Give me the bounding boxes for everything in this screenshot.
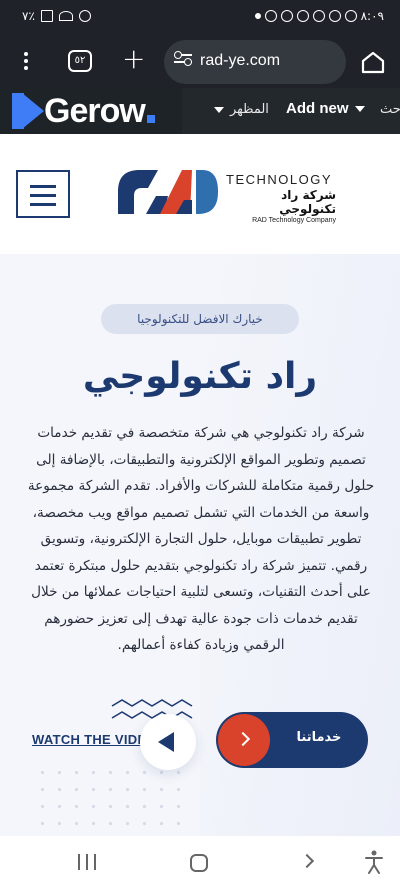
browser-toolbar: ٥٢ + rad-ye.com bbox=[0, 36, 400, 88]
admin-bar: Gerow المظهر Add new حث bbox=[0, 88, 400, 134]
site-logo[interactable]: TECHNOLOGY شركة راد تكنولوجي RAD Technol… bbox=[116, 166, 336, 224]
hero-title: راد تكنولوجي bbox=[82, 356, 318, 397]
play-video-button[interactable] bbox=[140, 714, 196, 770]
recent-apps-icon[interactable] bbox=[78, 854, 96, 870]
our-services-label: خدماتنا bbox=[296, 730, 342, 745]
site-settings-icon[interactable] bbox=[174, 51, 192, 70]
brand-company-text: RAD Technology Company bbox=[252, 217, 336, 224]
gerow-logo-mark-icon bbox=[12, 93, 46, 129]
rad-logo-mark-icon bbox=[118, 170, 218, 214]
watch-video-link[interactable]: WATCH THE VIDEO bbox=[32, 732, 157, 747]
app-notification-icon bbox=[296, 10, 309, 22]
hero-section: خيارك الافضل للتكنولوجيا راد تكنولوجي شر… bbox=[0, 254, 400, 836]
menu-toggle-button[interactable] bbox=[16, 170, 70, 218]
signal-icon bbox=[40, 10, 53, 22]
telegram-icon bbox=[344, 10, 357, 22]
our-services-button[interactable]: خدماتنا bbox=[216, 712, 368, 768]
app-notification-icon bbox=[312, 10, 325, 22]
wifi-icon bbox=[58, 11, 73, 21]
add-new-menu[interactable]: Add new bbox=[286, 100, 365, 117]
app-notification-icon bbox=[280, 10, 293, 22]
hero-description: شركة راد تكنولوجي هي شركة متخصصة في تقدي… bbox=[27, 425, 375, 653]
site-header: TECHNOLOGY شركة راد تكنولوجي RAD Technol… bbox=[0, 134, 400, 254]
more-menu-icon[interactable] bbox=[18, 52, 34, 72]
home-button-icon[interactable] bbox=[190, 854, 208, 872]
admin-bar-more-item[interactable]: حث bbox=[380, 102, 400, 117]
tab-switcher-button[interactable]: ٥٢ bbox=[68, 50, 92, 72]
address-bar[interactable]: rad-ye.com bbox=[164, 40, 346, 84]
back-icon[interactable] bbox=[299, 853, 315, 869]
appearance-label: المظهر bbox=[230, 102, 269, 117]
battery-level: ٧٪ bbox=[22, 9, 35, 23]
alarm-icon bbox=[78, 10, 91, 22]
new-tab-icon[interactable]: + bbox=[122, 44, 145, 74]
notification-dot-icon bbox=[254, 13, 261, 19]
chevron-right-icon bbox=[218, 714, 270, 766]
gerow-logo[interactable]: Gerow bbox=[0, 88, 182, 134]
hero-badge: خيارك الافضل للتكنولوجيا bbox=[101, 304, 299, 334]
chevron-down-icon bbox=[354, 105, 365, 112]
status-bar: ٧٪ ٨:٠٩ bbox=[0, 0, 400, 36]
accessibility-icon[interactable] bbox=[364, 850, 384, 874]
url-text: rad-ye.com bbox=[200, 52, 281, 69]
home-icon[interactable] bbox=[360, 50, 386, 74]
add-new-label: Add new bbox=[286, 100, 349, 117]
brand-arabic-text: شركة راد تكنولوجي bbox=[279, 188, 336, 216]
system-nav-bar bbox=[0, 836, 400, 889]
whatsapp-icon bbox=[328, 10, 341, 22]
brand-english-text: TECHNOLOGY bbox=[226, 172, 333, 187]
appearance-menu[interactable]: المظهر bbox=[214, 102, 269, 117]
clock: ٨:٠٩ bbox=[360, 9, 384, 23]
chevron-down-icon bbox=[214, 106, 224, 113]
gerow-logo-text: Gerow bbox=[44, 91, 146, 130]
gerow-logo-dot bbox=[146, 115, 155, 123]
app-notification-icon bbox=[264, 10, 277, 22]
dots-decoration bbox=[34, 764, 184, 836]
